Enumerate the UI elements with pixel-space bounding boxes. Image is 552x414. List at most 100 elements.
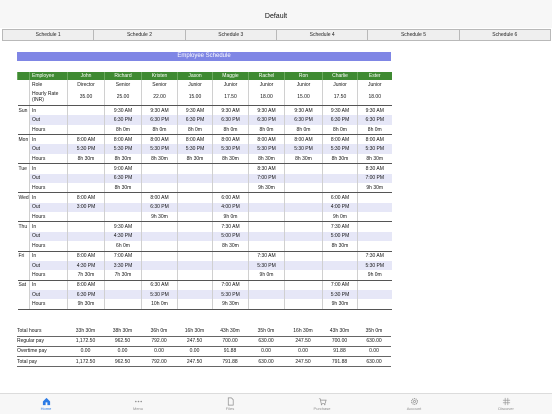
- time-cell[interactable]: 7:00 AM: [212, 280, 249, 290]
- time-cell[interactable]: 8:00 AM: [67, 192, 105, 203]
- tab-schedule-2[interactable]: Schedule 2: [94, 30, 186, 40]
- role-cell[interactable]: Junior: [357, 80, 392, 90]
- time-cell[interactable]: 6:30 PM: [322, 115, 358, 126]
- time-cell[interactable]: 6:30 PM: [248, 115, 285, 126]
- time-cell[interactable]: 9:30 AM: [104, 105, 142, 116]
- time-cell[interactable]: 5:00 PM: [322, 231, 358, 242]
- time-cell[interactable]: [212, 251, 249, 261]
- time-cell[interactable]: [248, 280, 285, 290]
- time-cell[interactable]: [322, 260, 358, 271]
- time-cell[interactable]: 6:30 PM: [177, 115, 213, 126]
- time-cell[interactable]: 7:30 AM: [212, 221, 249, 232]
- time-cell[interactable]: 5:30 PM: [67, 144, 105, 155]
- employee-name[interactable]: Ron: [284, 72, 323, 80]
- role-cell[interactable]: Junior: [212, 80, 249, 90]
- employee-name[interactable]: Charlie: [322, 72, 358, 80]
- tab-files[interactable]: Files: [184, 394, 276, 414]
- time-cell[interactable]: 6:30 PM: [141, 202, 178, 213]
- time-cell[interactable]: [357, 231, 392, 242]
- time-cell[interactable]: 7:00 PM: [248, 173, 285, 184]
- time-cell[interactable]: [67, 173, 105, 184]
- rate-cell[interactable]: 35.00: [67, 89, 105, 107]
- time-cell[interactable]: [248, 202, 285, 213]
- time-cell[interactable]: [104, 280, 142, 290]
- time-cell[interactable]: 6:00 AM: [212, 192, 249, 203]
- time-cell[interactable]: 4:30 PM: [67, 260, 105, 271]
- employee-name[interactable]: Maggie: [212, 72, 249, 80]
- rate-cell[interactable]: 15.00: [177, 89, 213, 107]
- time-cell[interactable]: 5:30 PM: [141, 289, 178, 300]
- time-cell[interactable]: [322, 251, 358, 261]
- tab-discover[interactable]: Discover: [460, 394, 552, 414]
- time-cell[interactable]: [141, 173, 178, 184]
- time-cell[interactable]: 6:00 AM: [322, 192, 358, 203]
- time-cell[interactable]: [177, 260, 213, 271]
- tab-menu[interactable]: Menu: [92, 394, 184, 414]
- employee-name[interactable]: Rachel: [248, 72, 285, 80]
- time-cell[interactable]: 6:30 PM: [141, 115, 178, 126]
- time-cell[interactable]: 5:30 PM: [322, 144, 358, 155]
- time-cell[interactable]: 6:30 AM: [141, 280, 178, 290]
- time-cell[interactable]: [284, 221, 323, 232]
- time-cell[interactable]: 5:30 PM: [248, 260, 285, 271]
- time-cell[interactable]: [284, 280, 323, 290]
- tab-schedule-6[interactable]: Schedule 6: [460, 30, 550, 40]
- time-cell[interactable]: 8:00 AM: [141, 134, 178, 145]
- time-cell[interactable]: [177, 202, 213, 213]
- rate-cell[interactable]: 17.50: [212, 89, 249, 107]
- tab-purchase[interactable]: Purchase: [276, 394, 368, 414]
- time-cell[interactable]: [284, 173, 323, 184]
- time-cell[interactable]: 8:00 AM: [177, 134, 213, 145]
- time-cell[interactable]: 7:00 AM: [104, 251, 142, 261]
- employee-name[interactable]: Richard: [104, 72, 142, 80]
- role-cell[interactable]: Director: [67, 80, 105, 90]
- time-cell[interactable]: 8:00 AM: [284, 134, 323, 145]
- time-cell[interactable]: [104, 289, 142, 300]
- time-cell[interactable]: 5:30 PM: [357, 144, 392, 155]
- time-cell[interactable]: [67, 105, 105, 116]
- role-cell[interactable]: Senior: [141, 80, 178, 90]
- rate-cell[interactable]: 25.00: [104, 89, 142, 107]
- time-cell[interactable]: 4:00 PM: [212, 202, 249, 213]
- time-cell[interactable]: 6:30 PM: [284, 115, 323, 126]
- time-cell[interactable]: 5:30 PM: [357, 260, 392, 271]
- time-cell[interactable]: [357, 192, 392, 203]
- time-cell[interactable]: 8:00 AM: [212, 134, 249, 145]
- time-cell[interactable]: 8:00 AM: [141, 192, 178, 203]
- role-cell[interactable]: Junior: [248, 80, 285, 90]
- role-cell[interactable]: Junior: [322, 80, 358, 90]
- employee-name[interactable]: John: [67, 72, 105, 80]
- time-cell[interactable]: [177, 163, 213, 174]
- time-cell[interactable]: 9:30 AM: [177, 105, 213, 116]
- time-cell[interactable]: [248, 231, 285, 242]
- time-cell[interactable]: 5:30 PM: [248, 144, 285, 155]
- time-cell[interactable]: 8:00 AM: [67, 251, 105, 261]
- rate-cell[interactable]: 18.00: [248, 89, 285, 107]
- time-cell[interactable]: [177, 289, 213, 300]
- employee-name[interactable]: Ester: [357, 72, 392, 80]
- time-cell[interactable]: 7:30 AM: [248, 251, 285, 261]
- time-cell[interactable]: 7:30 AM: [322, 221, 358, 232]
- time-cell[interactable]: [177, 221, 213, 232]
- time-cell[interactable]: 7:30 AM: [357, 251, 392, 261]
- time-cell[interactable]: [284, 231, 323, 242]
- time-cell[interactable]: [212, 163, 249, 174]
- time-cell[interactable]: [357, 280, 392, 290]
- time-cell[interactable]: [284, 192, 323, 203]
- time-cell[interactable]: [177, 192, 213, 203]
- time-cell[interactable]: [248, 192, 285, 203]
- time-cell[interactable]: 5:30 PM: [322, 289, 358, 300]
- time-cell[interactable]: 8:30 AM: [248, 163, 285, 174]
- time-cell[interactable]: 9:30 AM: [284, 105, 323, 116]
- time-cell[interactable]: 4:00 PM: [322, 202, 358, 213]
- time-cell[interactable]: 7:00 PM: [357, 173, 392, 184]
- time-cell[interactable]: 8:00 AM: [67, 134, 105, 145]
- time-cell[interactable]: [177, 173, 213, 184]
- time-cell[interactable]: [357, 289, 392, 300]
- time-cell[interactable]: [212, 173, 249, 184]
- time-cell[interactable]: 6:30 PM: [67, 289, 105, 300]
- time-cell[interactable]: 8:00 AM: [67, 280, 105, 290]
- time-cell[interactable]: 9:30 AM: [104, 221, 142, 232]
- time-cell[interactable]: [104, 192, 142, 203]
- time-cell[interactable]: 5:00 PM: [212, 231, 249, 242]
